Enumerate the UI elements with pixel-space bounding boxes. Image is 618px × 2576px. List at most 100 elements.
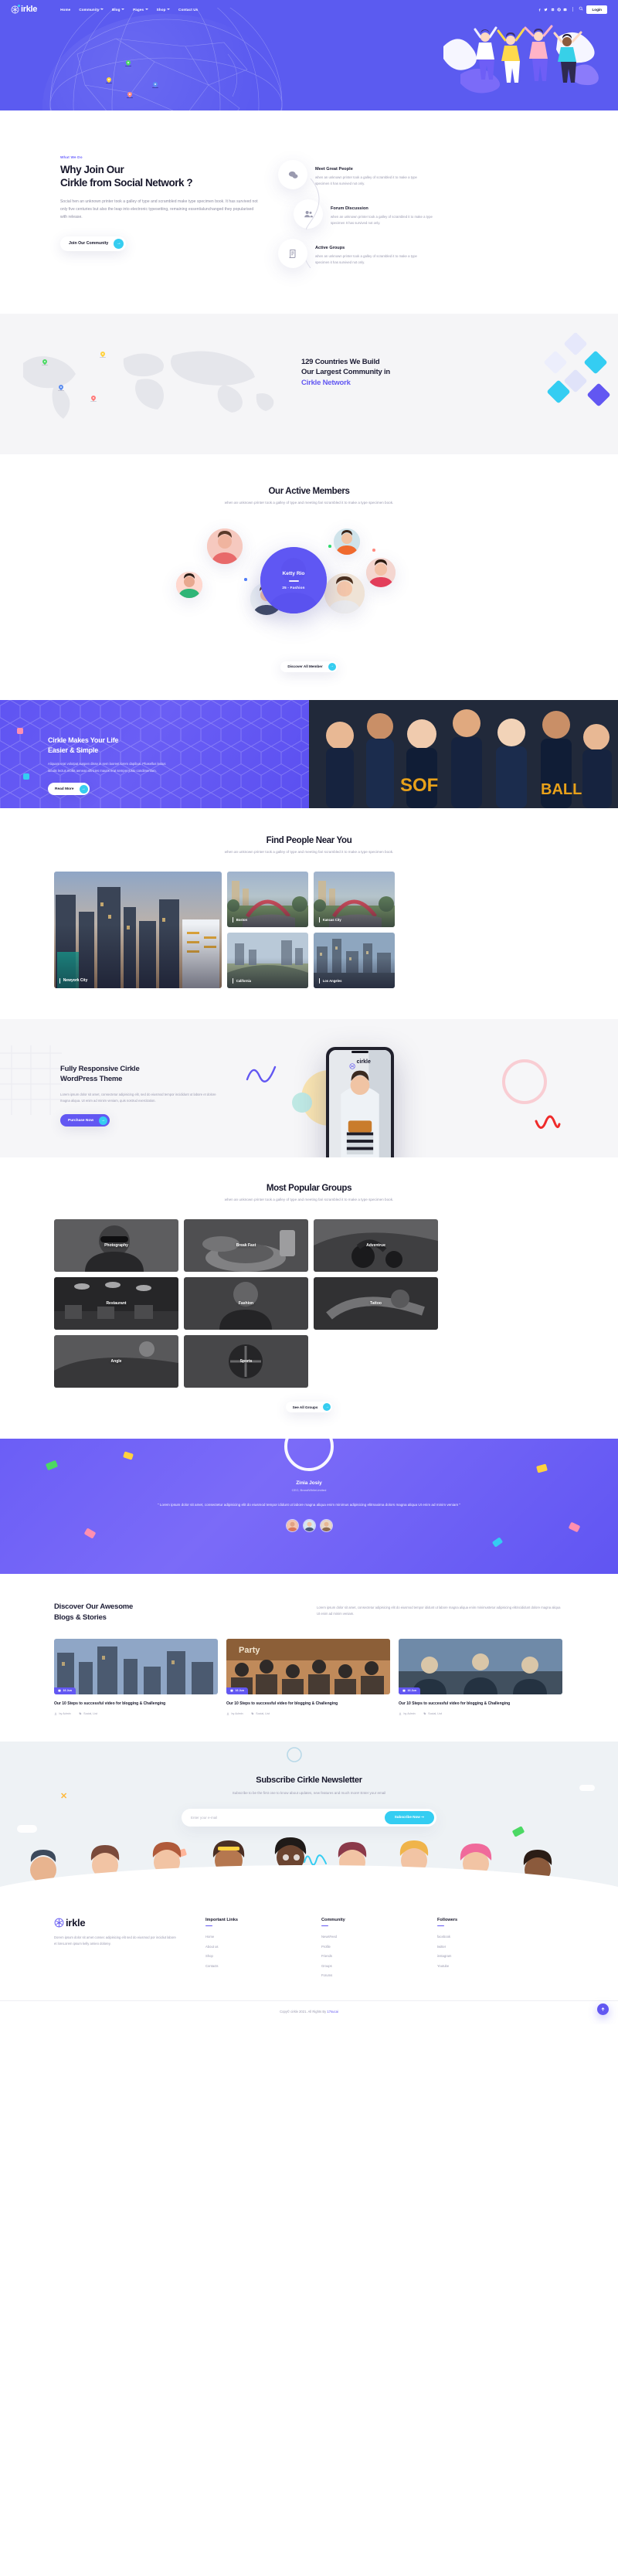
why-join-section: What We Do Why Join Our Cirkle from Soci… [0, 110, 618, 314]
search-icon[interactable] [579, 6, 583, 12]
decor-ring-pink [502, 1059, 547, 1104]
read-more-label: Read More [55, 787, 74, 791]
members-cta-wrap: Discover All Member → [54, 661, 564, 672]
facebook-icon[interactable] [538, 8, 542, 12]
social-links: b [538, 7, 568, 12]
twitter-icon[interactable] [544, 8, 548, 12]
decor-circle-outline [287, 1747, 302, 1762]
city-card-boston[interactable]: Boston [227, 871, 308, 927]
subscribe-now-button[interactable]: Subscribe Now ⇢ [384, 1810, 434, 1824]
purchase-now-button[interactable]: Purchase Now → [60, 1114, 110, 1127]
map-pin-blue [57, 383, 65, 393]
footer-logo[interactable]: irkle [54, 1918, 205, 1928]
calendar-icon [402, 1690, 406, 1692]
chevron-down-icon [100, 8, 104, 10]
calendar-icon [230, 1690, 233, 1692]
join-our-community-button[interactable]: Join Our Community → [60, 236, 127, 251]
city-card-kancas-city[interactable]: Kancas City [314, 871, 395, 927]
blog-author-label: by Admin [59, 1711, 71, 1715]
footer-link-facebook[interactable]: facebook [437, 1935, 553, 1939]
blog-category: Social, List [423, 1712, 442, 1715]
blog-card[interactable]: Party 16 Jun Our 10 Steps to successful … [226, 1638, 390, 1715]
tag-icon [79, 1712, 82, 1715]
logo-mark-icon [349, 1059, 355, 1069]
footer-link-newsfeed[interactable]: NewsFeed [321, 1935, 437, 1939]
footer-link-instagram[interactable]: instagram [437, 1954, 553, 1958]
city-card-california[interactable]: California [227, 932, 308, 988]
confetti-cyan [491, 1537, 504, 1548]
city-column-right: Kancas City Los Angeles [314, 871, 395, 988]
footer-link-forums[interactable]: Forums [321, 1973, 437, 1977]
footer-link-about-us[interactable]: About us [205, 1945, 321, 1949]
footer-link-profile[interactable]: Profile [321, 1945, 437, 1949]
nav-item-blog[interactable]: Blog [112, 8, 125, 12]
nav-item-community[interactable]: Community [79, 8, 104, 12]
group-card-fashion[interactable]: Fashion [184, 1277, 308, 1330]
group-card-break-fast[interactable]: Break Fast [184, 1219, 308, 1273]
group-card-sports[interactable]: Sports [184, 1335, 308, 1388]
brand-logo[interactable]: irkle [11, 4, 38, 14]
arrow-right-icon: → [99, 1116, 108, 1125]
blogs-title-line1: Discover Our Awesome [54, 1602, 134, 1612]
footer-link-contacts[interactable]: Contacts [205, 1964, 321, 1968]
back-to-top-button[interactable] [597, 2003, 609, 2015]
blog-date-badge: 16 Jun [226, 1687, 248, 1694]
blog-card-grid: 16 Jun Our 10 Steps to successful video … [54, 1638, 564, 1715]
login-button[interactable]: Login [586, 5, 607, 14]
testimonial-avatar[interactable] [285, 1519, 299, 1533]
makes-title-line2: Easier & Simple [48, 746, 99, 754]
group-card-tattoo[interactable]: Tattoo [314, 1277, 438, 1330]
footer-link-groups[interactable]: Groups [321, 1964, 437, 1968]
city-name: California [233, 978, 251, 984]
newsletter-email-input[interactable] [191, 1815, 385, 1820]
footer-link-twitter[interactable]: twitter [437, 1945, 553, 1949]
see-all-groups-button[interactable]: See All Groups → [285, 1402, 333, 1413]
city-card-newyork[interactable]: Newyork City [54, 871, 222, 988]
group-card-restaurant[interactable]: Restaurant [54, 1277, 178, 1330]
people-illustration-row [0, 1837, 618, 1904]
group-card-adventrue[interactable]: Adventrue [314, 1219, 438, 1273]
blog-thumbnail: 16 Jun [54, 1638, 218, 1694]
nav-item-shop[interactable]: Shop [157, 8, 171, 12]
top-navbar: irkle Home Community Blog Pages Shop Con… [0, 0, 618, 19]
nav-item-contact-us[interactable]: Contact Us [178, 8, 198, 12]
decor-cloud [17, 1824, 37, 1833]
behance-icon[interactable]: b [563, 8, 567, 12]
member-avatar[interactable] [324, 573, 365, 613]
member-avatar[interactable] [176, 571, 202, 598]
logo-wordmark: irkle [21, 4, 38, 14]
copyright-link[interactable]: 17sucai [327, 2010, 338, 2014]
discover-all-member-button[interactable]: Discover All Member → [280, 661, 338, 672]
footer-link-friends[interactable]: Friends [321, 1954, 437, 1958]
member-avatar[interactable] [207, 528, 243, 564]
group-card-angle[interactable]: Angle [54, 1335, 178, 1388]
blog-card[interactable]: 16 Jun Our 10 Steps to successful video … [54, 1638, 218, 1715]
featured-member-avatar[interactable]: Ketty Rio 25 - Fashion [260, 546, 327, 613]
group-card-photography[interactable]: Photography [54, 1219, 178, 1273]
pinterest-icon[interactable] [557, 7, 561, 12]
linkedin-icon[interactable] [551, 8, 555, 12]
footer-link-home[interactable]: Home [205, 1935, 321, 1939]
footer-title-underline [437, 1925, 444, 1927]
decor-cross-yellow: ✕ [60, 1791, 68, 1801]
blog-meta: by Admin Social, List [226, 1712, 390, 1715]
footer-columns: irkle Dorem ipsum dolor sit amet consec … [54, 1918, 564, 1983]
nav-item-pages[interactable]: Pages [133, 8, 148, 12]
read-more-button[interactable]: Read More → [48, 783, 90, 796]
newsletter-subtitle: Subscribe to be the first one to know ab… [232, 1790, 386, 1795]
testimonial-avatar[interactable] [319, 1519, 333, 1533]
site-footer: irkle Dorem ipsum dolor sit amet consec … [0, 1903, 618, 2024]
countries-section: 129 Countries We Build Our Largest Commu… [0, 314, 618, 454]
makes-life-section: Cirkle Makes Your Life Easier & Simple A… [0, 699, 618, 808]
footer-link-shop[interactable]: Shop [205, 1954, 321, 1958]
blog-card[interactable]: 16 Jun Our 10 Steps to successful video … [399, 1638, 562, 1715]
footer-link-youtube[interactable]: Youtube [437, 1964, 553, 1968]
footer-brand: irkle Dorem ipsum dolor sit amet consec … [54, 1918, 205, 1983]
member-avatar[interactable] [366, 557, 396, 587]
member-avatar[interactable] [334, 528, 360, 555]
feature-connector-line [306, 178, 320, 268]
testimonial-avatar[interactable] [302, 1519, 316, 1533]
responsive-theme-section: Fully Responsive Cirkle WordPress Theme … [0, 1018, 618, 1158]
city-card-los-angeles[interactable]: Los Angeles [314, 932, 395, 988]
nav-item-home[interactable]: Home [60, 8, 70, 12]
